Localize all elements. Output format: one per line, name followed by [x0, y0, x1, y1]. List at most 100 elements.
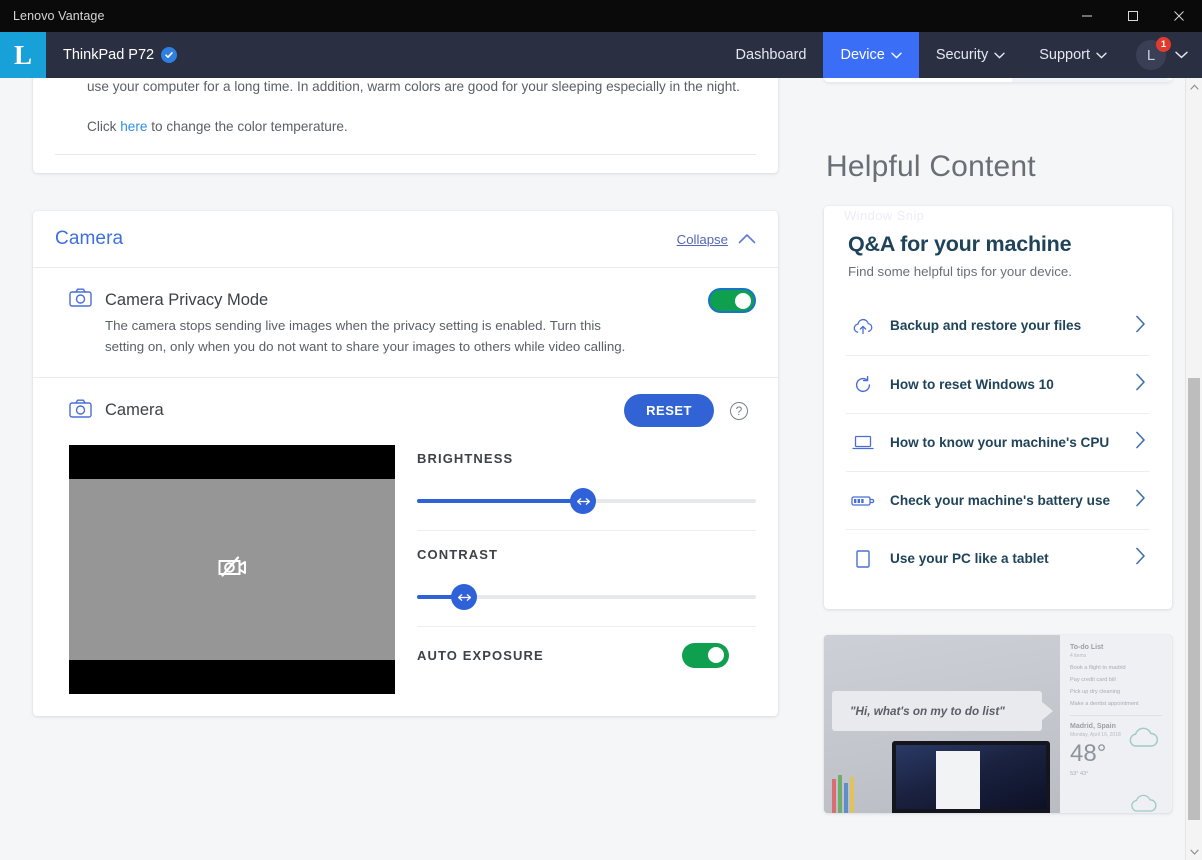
list-item[interactable]: How to reset Windows 10: [846, 355, 1150, 413]
qa-item-label: Use your PC like a tablet: [890, 550, 1049, 566]
battery-icon: [850, 494, 876, 508]
click-prefix: Click: [87, 119, 117, 134]
app-navigation-bar: L ThinkPad P72 Dashboard Device Security…: [0, 32, 1202, 78]
laptop-icon: [850, 434, 876, 451]
brightness-slider[interactable]: [417, 486, 756, 516]
nav-item-dashboard[interactable]: Dashboard: [719, 32, 824, 78]
camera-privacy-title-line: Camera Privacy Mode: [69, 288, 708, 312]
tablet-icon: [850, 549, 876, 569]
refresh-icon: [850, 375, 876, 395]
click-suffix: to change the color temperature.: [151, 119, 348, 134]
scroll-content: To avoid eye strain, you can adjust the …: [0, 78, 1185, 860]
list-item[interactable]: Check your machine's battery use: [846, 471, 1150, 529]
promo-panel-item: Book a flight to madrid: [1070, 665, 1126, 671]
camera-privacy-toggle[interactable]: [708, 288, 756, 313]
chevron-down-icon: [1175, 46, 1188, 64]
list-item[interactable]: Use your PC like a tablet: [846, 529, 1150, 587]
scrollbar-thumb[interactable]: [1188, 378, 1200, 820]
qa-list: Backup and restore your files How to res…: [824, 297, 1172, 609]
display-settings-card: To avoid eye strain, you can adjust the …: [33, 78, 778, 173]
contrast-slider[interactable]: [417, 582, 756, 612]
chevron-right-icon: [1135, 547, 1146, 570]
contrast-block: CONTRAST: [417, 531, 756, 612]
promo-dialog: [936, 751, 980, 809]
question-mark-icon[interactable]: ?: [730, 401, 748, 420]
promo-hi-low: 53° 43°: [1070, 771, 1089, 777]
title-bar: Lenovo Vantage: [0, 0, 1202, 32]
nav-label-dashboard: Dashboard: [735, 47, 807, 63]
camera-card: Camera Collapse Camera Privacy Mode The …: [33, 211, 778, 716]
close-icon[interactable]: [1156, 0, 1202, 32]
qa-item-label: Backup and restore your files: [890, 318, 1082, 333]
notification-badge: 1: [1156, 37, 1171, 52]
camera-controls-header: Camera RESET ?: [69, 394, 756, 427]
promo-card[interactable]: "Hi, what's on my to do list" To-do List…: [824, 635, 1172, 813]
chevron-right-icon: [1135, 431, 1146, 454]
chevron-up-icon: [738, 232, 756, 247]
device-name-label: ThinkPad P72: [63, 47, 155, 63]
promo-sidebar: To-do List 4 items Book a flight to madr…: [1060, 635, 1172, 813]
promo-panel-title: To-do List: [1070, 644, 1104, 651]
promo-panel-item: Pay credit card bill: [1070, 677, 1116, 683]
lenovo-logo[interactable]: L: [0, 32, 46, 78]
cloud-icon: [1126, 727, 1160, 754]
helpful-content-title: Helpful Content: [826, 150, 1036, 183]
camera-icon: [69, 399, 92, 423]
window-snip-watermark: Window Snip: [844, 208, 925, 223]
cut-off-content: [0, 856, 1185, 860]
avatar[interactable]: L 1: [1136, 37, 1171, 70]
auto-exposure-row: AUTO EXPOSURE: [417, 643, 756, 668]
auto-exposure-toggle[interactable]: [682, 643, 729, 668]
minimize-icon[interactable]: [1064, 0, 1110, 32]
chevron-down-icon: [1096, 47, 1107, 63]
qa-subheading: Find some helpful tips for your device.: [848, 264, 1072, 279]
camera-icon: [69, 288, 92, 312]
nav-label-support: Support: [1039, 47, 1090, 63]
divider: [1070, 715, 1162, 716]
toggle-knob: [735, 292, 751, 309]
qa-item-label: How to reset Windows 10: [890, 376, 1054, 392]
avatar-initial: L: [1146, 46, 1156, 64]
chevron-down-icon: [994, 47, 1005, 63]
scroll-up-button[interactable]: [1186, 78, 1202, 95]
camera-privacy-text: Camera Privacy Mode The camera stops sen…: [69, 288, 708, 357]
brightness-slider-thumb[interactable]: [570, 488, 597, 514]
camera-preview-and-controls: BRIGHTNESS CONTRAST AUTO EXPOSURE: [69, 427, 756, 694]
qa-item-label: Check your machine's battery use: [890, 492, 1111, 508]
camera-section-title: Camera: [55, 228, 124, 249]
camera-privacy-title: Camera Privacy Mode: [105, 290, 269, 309]
cloud-upload-icon: [850, 318, 876, 335]
appbar-spacer: [177, 32, 718, 78]
vertical-scrollbar[interactable]: [1185, 78, 1202, 860]
camera-preview: [69, 445, 395, 694]
list-item[interactable]: Backup and restore your files: [846, 297, 1150, 355]
auto-exposure-label: AUTO EXPOSURE: [417, 648, 544, 663]
promo-monitor-screen: [896, 745, 1046, 809]
nav-item-device[interactable]: Device: [823, 32, 919, 78]
toggle-knob: [708, 647, 724, 663]
contrast-slider-thumb[interactable]: [451, 584, 478, 610]
card-footer-space: [33, 155, 778, 173]
qa-card: Window Snip Q&A for your machine Find so…: [824, 206, 1172, 609]
display-paragraph: To avoid eye strain, you can adjust the …: [87, 78, 740, 94]
reset-button[interactable]: RESET: [624, 394, 714, 427]
nav-label-security: Security: [935, 47, 989, 63]
color-temperature-link[interactable]: here: [120, 119, 147, 134]
scroll-down-button[interactable]: [1186, 843, 1202, 860]
maximize-icon[interactable]: [1110, 0, 1156, 32]
camera-controls-section: Camera RESET ? BRIGHTNESS CONTRAST AUTO …: [33, 378, 778, 716]
promo-quote-bubble: "Hi, what's on my to do list": [832, 691, 1053, 731]
slider-fill: [417, 499, 584, 503]
profile-menu[interactable]: L 1: [1124, 32, 1202, 78]
promo-panel-item: Pick up dry cleaning: [1070, 689, 1121, 695]
pencils-decoration: [832, 773, 858, 813]
camera-sliders: BRIGHTNESS CONTRAST AUTO EXPOSURE: [417, 445, 756, 694]
chevron-right-icon: [1135, 373, 1146, 396]
nav-item-support[interactable]: Support: [1022, 32, 1124, 78]
nav-item-security[interactable]: Security: [919, 32, 1022, 78]
app-window: Lenovo Vantage L ThinkPad P72 Dashboard …: [0, 0, 1202, 860]
brightness-label: BRIGHTNESS: [417, 451, 514, 466]
list-item[interactable]: How to know your machine's CPU: [846, 413, 1150, 471]
collapse-button[interactable]: Collapse: [677, 232, 756, 247]
right-column: Helpful Content Window Snip Q&A for your…: [812, 78, 1185, 860]
